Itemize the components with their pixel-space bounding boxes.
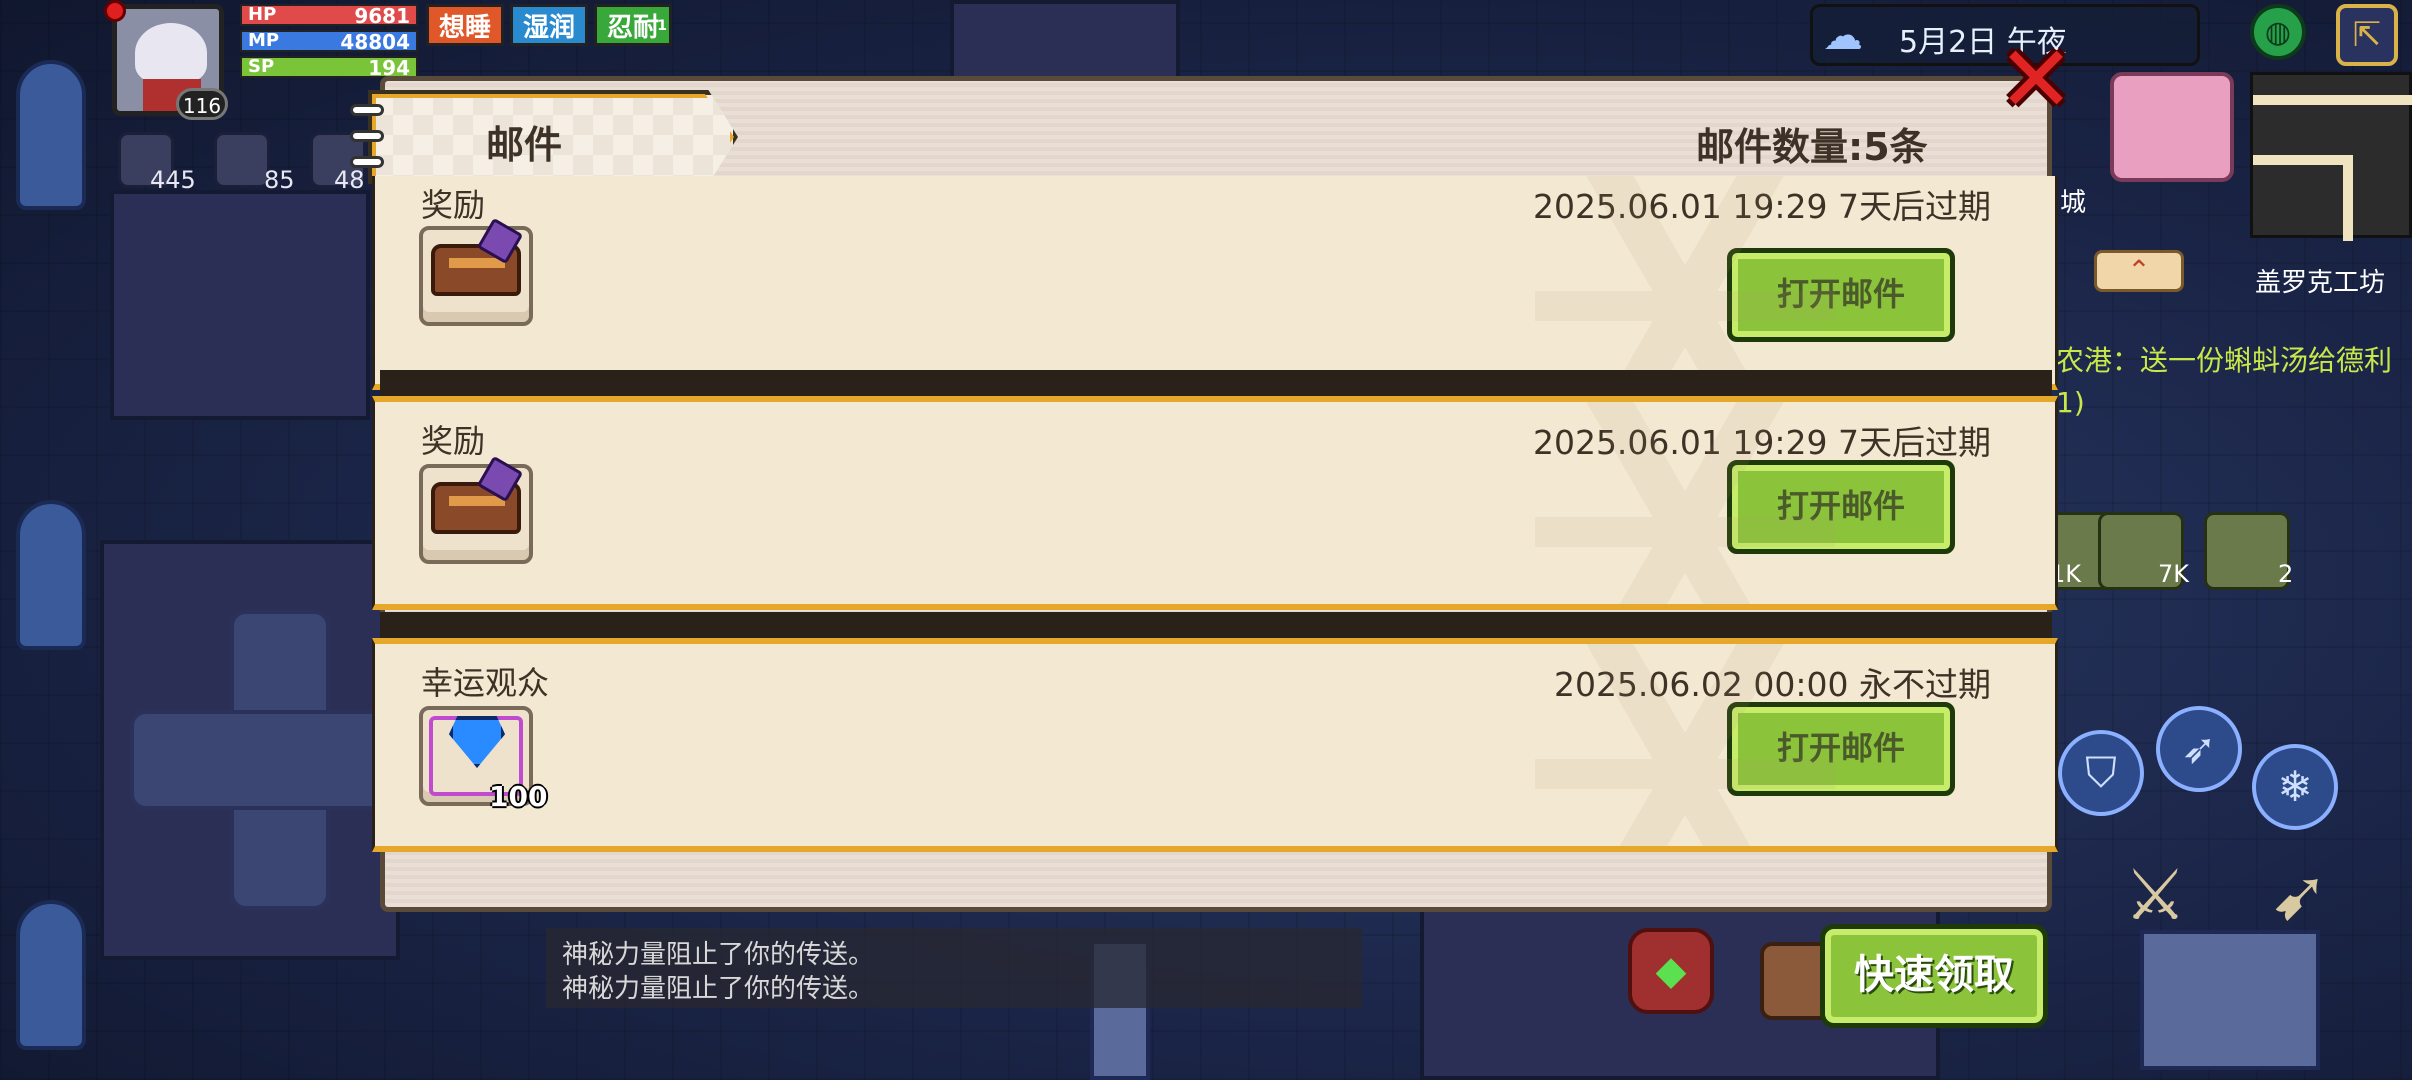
bush [2140, 930, 2320, 1070]
exit-icon[interactable]: ⇱ [2336, 4, 2398, 66]
mail-date-value: 2025.06.01 19:29 [1532, 423, 1828, 462]
resource-value: 445 [150, 166, 196, 194]
mail-item-date: 2025.06.02 00:00 永不过期 [1554, 658, 1991, 706]
mail-expiry: 7天后过期 [1838, 187, 1991, 226]
mail-date-value: 2025.06.01 19:29 [1532, 187, 1828, 226]
status-tag-wet[interactable]: 湿润 [510, 4, 589, 46]
binder-ring [350, 104, 384, 116]
chest-icon [431, 482, 521, 534]
status-tag-sleepy[interactable]: 想睡 [426, 4, 505, 46]
mail-item[interactable]: 奖励 2025.06.01 19:29 7天后过期 打开邮件 [372, 176, 2058, 390]
bow-icon[interactable]: ➹ [2270, 854, 2329, 936]
shield-icon[interactable] [214, 132, 270, 188]
mail-attachment-slot[interactable] [419, 464, 533, 564]
dash-skill-icon[interactable]: ➶ [2156, 706, 2242, 792]
hp-label: HP [248, 4, 277, 25]
resource-value: 48 [334, 166, 365, 194]
item-count: 2 [2278, 560, 2294, 588]
tree [16, 60, 86, 210]
status-tag-endure[interactable]: 忍耐 1 [594, 4, 673, 46]
mail-date-value: 2025.06.02 00:00 [1553, 665, 1849, 704]
close-icon[interactable]: ✕ [1996, 34, 2076, 126]
mail-title: 邮件 [486, 123, 563, 167]
npc-portrait[interactable] [2110, 72, 2234, 182]
mail-item-title: 奖励 [421, 186, 486, 224]
binder-ring [350, 130, 384, 142]
mail-item-date: 2025.06.01 19:29 7天后过期 [1533, 416, 1991, 464]
quest-tracker[interactable]: 农港：送一份蝌蚪汤给德利 1) [2056, 340, 2392, 424]
mail-item-title: 幸运观众 [421, 664, 550, 702]
collapse-up-button[interactable]: ⌃ [2094, 250, 2184, 292]
player-level-badge: 116 [176, 88, 228, 120]
chat-line: 神秘力量阻止了你的传送。 [562, 974, 875, 1004]
sp-bar: SP 194 [240, 56, 418, 78]
mail-item[interactable]: 幸运观众 2025.06.02 00:00 永不过期 100 打开邮件 [372, 638, 2058, 852]
tree [16, 500, 86, 650]
quick-claim-button[interactable]: 快速领取 [1820, 924, 2048, 1028]
minimap-road [2253, 155, 2353, 165]
notification-dot [104, 0, 126, 22]
minimap-road [2343, 155, 2353, 241]
sword-icon[interactable]: ⚔ [2124, 854, 2187, 936]
mail-attachment-slot[interactable]: 100 [419, 706, 547, 813]
shield-skill-icon[interactable]: ⛉ [2058, 730, 2144, 816]
mp-value: 48804 [340, 30, 410, 52]
mail-item-date: 2025.06.01 19:29 7天后过期 [1533, 180, 1991, 228]
quest-line: 1) [2056, 386, 2085, 419]
minimap[interactable] [2250, 72, 2412, 241]
item-count: 7K [2158, 560, 2190, 588]
mail-attachment-slot[interactable] [419, 226, 533, 326]
chat-log[interactable]: 神秘力量阻止了你的传送。 神秘力量阻止了你的传送。 [546, 928, 1362, 1008]
mail-expiry: 7天后过期 [1838, 423, 1991, 462]
crystal-bag-icon[interactable]: ◆ [1628, 928, 1714, 1014]
tree [16, 900, 86, 1050]
hp-bar: HP 9681 [240, 4, 418, 26]
chat-line: 神秘力量阻止了你的传送。 [562, 940, 875, 970]
mail-expiry: 永不过期 [1859, 665, 1991, 704]
status-tag-stack: 1 [657, 18, 668, 34]
mail-item[interactable]: 奖励 2025.06.01 19:29 7天后过期 打开邮件 [372, 396, 2058, 610]
city-label: 城 [2060, 188, 2087, 218]
open-mail-button[interactable]: 打开邮件 [1727, 702, 1955, 796]
status-tag-label: 忍耐 [607, 13, 660, 43]
mail-count-label: 邮件数量:5条 [1696, 125, 1928, 169]
open-mail-button[interactable]: 打开邮件 [1727, 460, 1955, 554]
location-label: 盖罗克工坊 [2255, 268, 2386, 298]
globe-icon[interactable]: ◍ [2250, 4, 2306, 60]
item-quantity: 100 [489, 780, 548, 813]
binder-ring [350, 156, 384, 168]
minimap-road [2253, 95, 2412, 105]
mail-item-title: 奖励 [421, 422, 486, 460]
snowflake-skill-icon[interactable]: ❄ [2252, 744, 2338, 830]
sp-value: 194 [368, 56, 410, 78]
resource-value: 85 [264, 166, 295, 194]
quest-line: 农港：送一份蝌蚪汤给德利 [2056, 344, 2393, 377]
hp-value: 9681 [354, 4, 410, 26]
chest-icon [431, 244, 521, 296]
sp-label: SP [248, 56, 275, 77]
mp-bar: MP 48804 [240, 30, 418, 52]
open-mail-button[interactable]: 打开邮件 [1727, 248, 1955, 342]
mp-label: MP [248, 30, 280, 51]
status-tag-label: 湿润 [523, 13, 576, 43]
status-tag-label: 想睡 [439, 13, 492, 43]
building-tile [110, 190, 370, 420]
rain-cloud-icon: ☁ [1823, 13, 1863, 59]
